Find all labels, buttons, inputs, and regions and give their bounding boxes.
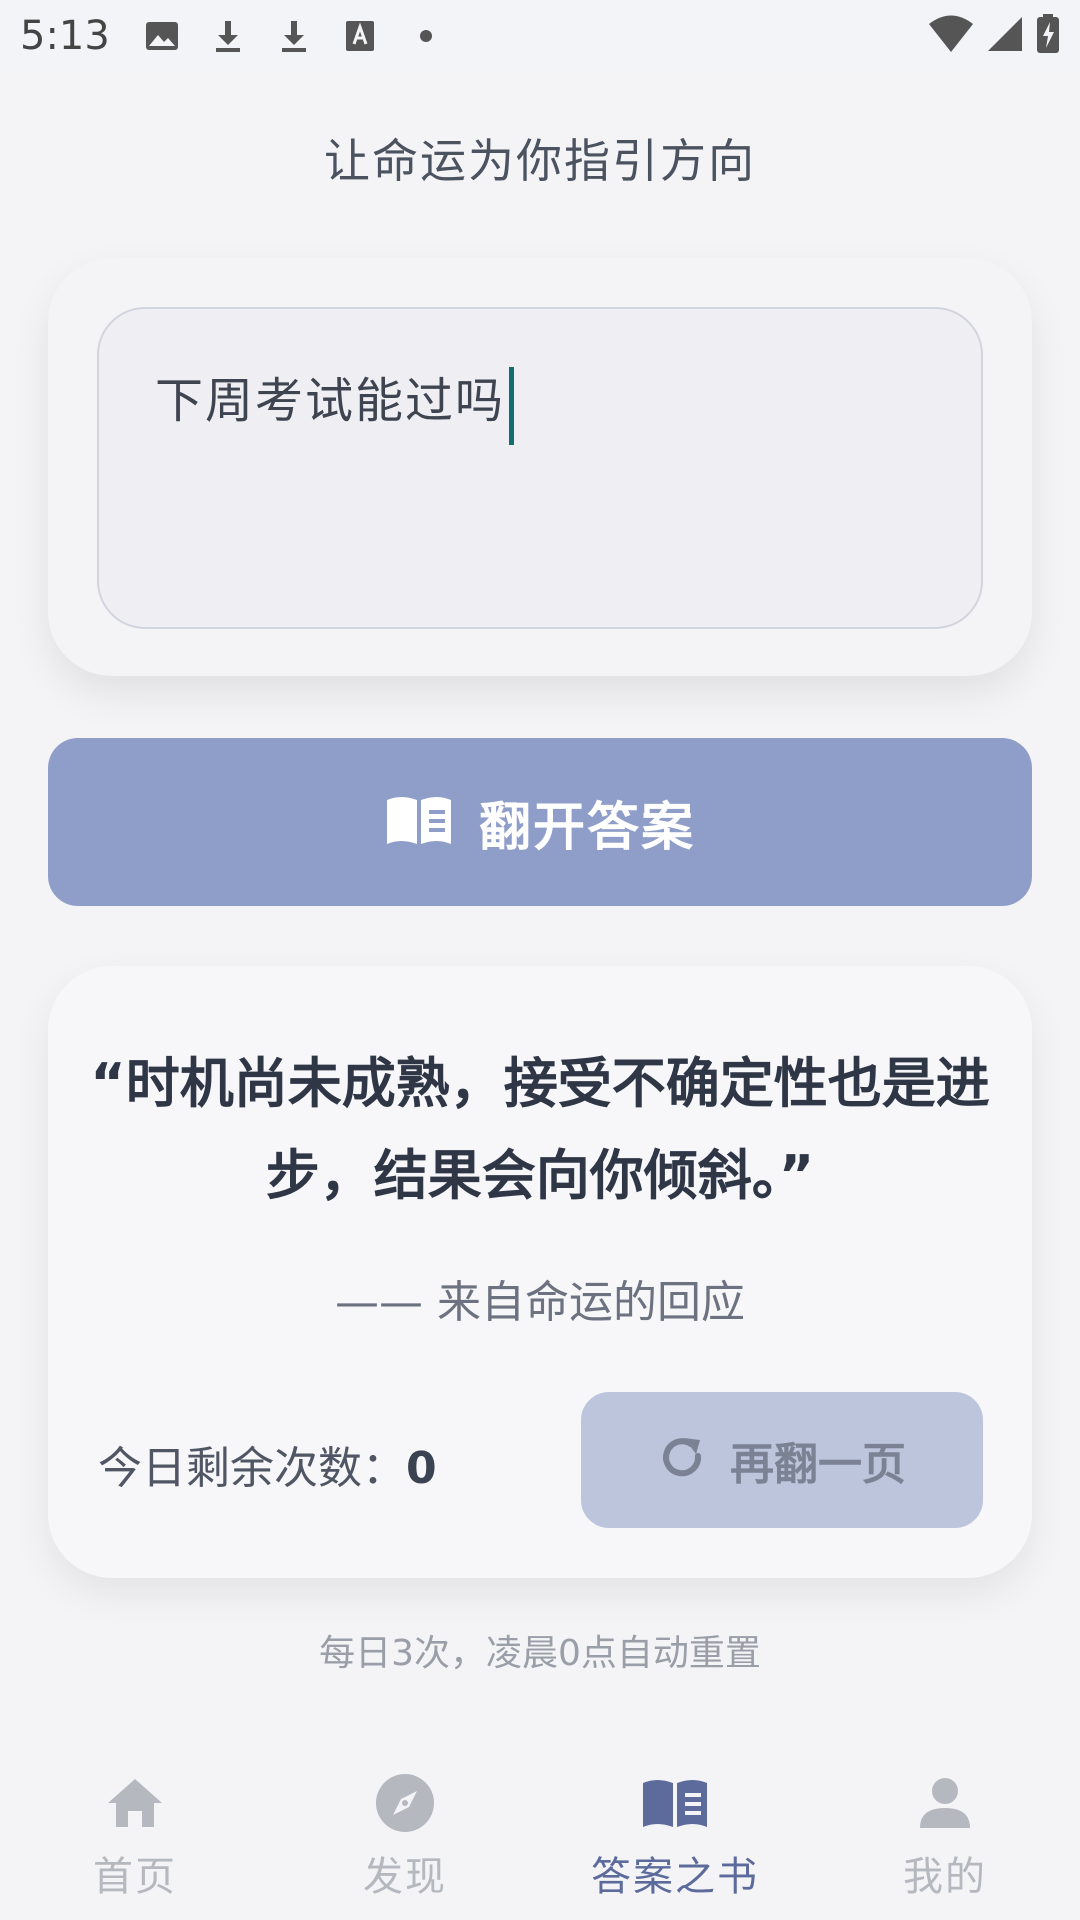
question-input[interactable]: 下周考试能过吗 <box>97 307 983 629</box>
reset-note: 每日3次，凌晨0点自动重置 <box>319 1633 761 1674</box>
nav-label-discover: 发现 <box>363 1854 447 1900</box>
signal-icon <box>986 15 1024 57</box>
remaining-count: 0 <box>406 1443 437 1494</box>
nav-label-home: 首页 <box>93 1854 177 1900</box>
flip-again-button[interactable]: 再翻一页 <box>581 1392 983 1528</box>
answer-source: —— 来自命运的回应 <box>335 1277 745 1328</box>
answer-card: “时机尚未成熟，接受不确定性也是进步，结果会向你倾斜。” —— 来自命运的回应 … <box>48 966 1032 1578</box>
question-card: 下周考试能过吗 <box>48 258 1032 676</box>
remaining-label: 今日剩余次数： <box>98 1443 406 1494</box>
download-icon <box>210 18 246 54</box>
nav-item-home[interactable]: 首页 <box>0 1752 270 1920</box>
dot-icon <box>408 18 444 54</box>
book-icon <box>385 794 453 850</box>
wifi-icon <box>928 15 974 57</box>
remaining-count-text: 今日剩余次数：0 <box>98 1432 437 1496</box>
text-icon <box>342 18 378 54</box>
nav-label-profile: 我的 <box>903 1854 987 1900</box>
question-text: 下周考试能过吗 <box>155 373 506 429</box>
status-time: 5:13 <box>20 13 110 59</box>
compass-icon <box>370 1772 440 1834</box>
nav-item-discover[interactable]: 发现 <box>270 1752 540 1920</box>
flip-again-label: 再翻一页 <box>730 1439 906 1490</box>
book-icon <box>640 1772 710 1834</box>
system-icons <box>928 14 1060 58</box>
person-icon <box>910 1772 980 1834</box>
download-icon <box>276 18 312 54</box>
nav-label-answer-book: 答案之书 <box>591 1854 759 1900</box>
open-answer-label: 翻开答案 <box>478 797 695 858</box>
battery-icon <box>1036 14 1060 58</box>
refresh-icon <box>658 1434 706 1486</box>
notification-icons <box>144 18 444 54</box>
open-answer-button[interactable]: 翻开答案 <box>48 738 1032 906</box>
nav-item-answer-book[interactable]: 答案之书 <box>540 1752 810 1920</box>
home-icon <box>100 1772 170 1834</box>
image-icon <box>144 18 180 54</box>
text-caret <box>509 366 515 445</box>
status-bar: 5:13 <box>0 0 1080 72</box>
nav-item-profile[interactable]: 我的 <box>810 1752 1080 1920</box>
page-subtitle: 让命运为你指引方向 <box>324 134 756 188</box>
answer-quote: “时机尚未成熟，接受不确定性也是进步，结果会向你倾斜。” <box>90 1052 990 1207</box>
bottom-nav: 首页 发现 答案之书 我的 <box>0 1752 1080 1920</box>
